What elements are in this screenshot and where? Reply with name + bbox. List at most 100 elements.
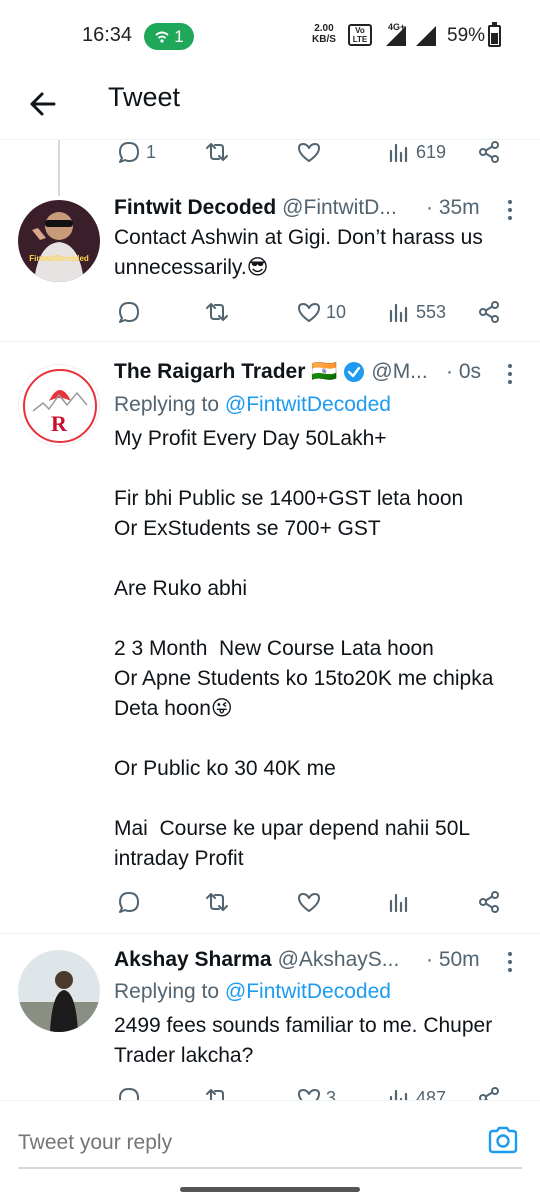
- tweet[interactable]: FintwitDecoded Fintwit Decoded @FintwitD…: [0, 182, 540, 342]
- replying-to-label: Replying to: [114, 393, 220, 416]
- battery-percent: 59%: [447, 25, 486, 46]
- author-handle[interactable]: @M...: [371, 360, 427, 384]
- author-handle[interactable]: @FintwitD...: [282, 196, 397, 220]
- tweet-text: My Profit Every Day 50Lakh+ Fir bhi Publ…: [114, 427, 494, 870]
- replying-to: Replying to @FintwitDecoded: [114, 980, 391, 1004]
- reply-button[interactable]: [116, 296, 142, 328]
- retweet-button[interactable]: [204, 296, 230, 328]
- share-button[interactable]: [476, 136, 502, 168]
- author-name[interactable]: Fintwit Decoded: [114, 196, 276, 220]
- retweet-icon: [206, 1089, 224, 1100]
- status-bar: 16:34 1 2.00 KB/S Vo LTE 4G+ 59%: [0, 0, 540, 72]
- more-options-button[interactable]: [500, 198, 520, 222]
- share-icon: [479, 141, 499, 163]
- share-button[interactable]: [476, 296, 502, 328]
- more-vertical-icon: [508, 364, 512, 384]
- tweet-header: The Raigarh Trader 🇮🇳 @M...: [114, 360, 428, 384]
- author-name[interactable]: Akshay Sharma: [114, 948, 272, 972]
- mention-link[interactable]: @FintwitDecoded: [225, 393, 391, 416]
- battery-icon: [488, 22, 501, 47]
- network-speed: 2.00 KB/S: [312, 23, 336, 45]
- reply-icon: [119, 892, 139, 913]
- tweet[interactable]: Akshay Sharma @AkshayS... · 50m Replying…: [0, 934, 540, 1100]
- back-button[interactable]: [24, 84, 64, 124]
- hotspot-indicator: 1: [144, 23, 194, 50]
- tweet-header: Akshay Sharma @AkshayS...: [114, 948, 399, 972]
- avatar[interactable]: [18, 950, 100, 1032]
- retweet-icon: [206, 143, 228, 161]
- like-button[interactable]: [296, 136, 322, 168]
- reply-input[interactable]: [18, 1125, 478, 1161]
- tweet-partial: 1 619: [0, 140, 540, 182]
- reply-count: 1: [146, 141, 157, 162]
- avatar-image: R: [19, 365, 99, 445]
- replying-to-label: Replying to: [114, 980, 220, 1003]
- reply-composer: [0, 1100, 540, 1200]
- signal-icon: [386, 26, 406, 46]
- retweet-icon: [206, 303, 228, 321]
- hotspot-count: 1: [174, 26, 184, 46]
- like-button[interactable]: [296, 886, 322, 918]
- retweet-button[interactable]: [204, 1082, 230, 1100]
- share-icon: [479, 301, 499, 323]
- speed-value: 2.00: [314, 23, 334, 34]
- header: Tweet: [0, 72, 540, 140]
- views-icon: [389, 303, 408, 323]
- views-button[interactable]: 487: [386, 1082, 446, 1100]
- more-options-button[interactable]: [500, 950, 520, 974]
- verified-badge-icon: [344, 362, 365, 382]
- retweet-button[interactable]: [204, 886, 230, 918]
- author-handle[interactable]: @AkshayS...: [278, 948, 400, 972]
- share-button[interactable]: [476, 886, 502, 918]
- share-icon: [479, 1087, 499, 1100]
- views-button[interactable]: [386, 886, 412, 918]
- tweet-time: · 35m: [426, 196, 480, 219]
- views-count: 487: [416, 1087, 447, 1101]
- like-button[interactable]: 3: [296, 1082, 336, 1100]
- more-options-button[interactable]: [500, 362, 520, 386]
- views-count: 619: [416, 141, 447, 162]
- tweet-actions: 3 487: [114, 1082, 514, 1100]
- volte-icon: Vo LTE: [348, 24, 372, 46]
- camera-icon: [488, 1126, 518, 1154]
- views-button[interactable]: 619: [386, 136, 446, 168]
- camera-button[interactable]: [486, 1123, 520, 1157]
- heart-icon: [298, 143, 320, 162]
- mention-link[interactable]: @FintwitDecoded: [225, 980, 391, 1003]
- views-button[interactable]: 553: [386, 296, 446, 328]
- views-icon: [389, 143, 408, 163]
- tweet-actions: 1 619: [114, 136, 514, 168]
- reply-button[interactable]: [116, 1082, 142, 1100]
- retweet-button[interactable]: [204, 136, 230, 168]
- avatar[interactable]: R: [18, 364, 100, 446]
- share-button[interactable]: [476, 1082, 502, 1100]
- like-button[interactable]: 10: [296, 296, 346, 328]
- more-vertical-icon: [508, 952, 512, 972]
- tweet-text: 2499 fees sounds familiar to me. Chuper …: [114, 1014, 498, 1067]
- reply-icon: [119, 142, 139, 163]
- reply-button[interactable]: [116, 886, 142, 918]
- author-name[interactable]: The Raigarh Trader 🇮🇳: [114, 360, 337, 384]
- heart-icon: [298, 1089, 320, 1100]
- reply-button[interactable]: 1: [116, 136, 156, 168]
- views-icon: [389, 893, 408, 913]
- tweet-text: Contact Ashwin at Gigi. Don’t harass us …: [114, 226, 489, 279]
- tweet-time: · 50m: [426, 948, 480, 971]
- reply-icon: [119, 1088, 139, 1100]
- avatar-watermark: FintwitDecoded: [29, 254, 89, 263]
- tweet-header: Fintwit Decoded @FintwitD...: [114, 196, 397, 220]
- back-arrow-icon: [30, 92, 56, 116]
- gesture-navigation-bar[interactable]: [180, 1187, 360, 1192]
- speed-unit: KB/S: [312, 34, 336, 45]
- avatar[interactable]: FintwitDecoded: [18, 200, 100, 282]
- like-count: 3: [326, 1087, 337, 1101]
- retweet-icon: [206, 893, 228, 911]
- signal-icon-2: [416, 26, 436, 46]
- heart-icon: [298, 303, 320, 322]
- tweet[interactable]: R The Raigarh Trader 🇮🇳 @M... · 0s Reply…: [0, 342, 540, 934]
- clock: 16:34: [82, 24, 133, 46]
- views-count: 553: [416, 301, 447, 322]
- page-title: Tweet: [108, 82, 181, 112]
- avatar-image: [18, 950, 100, 1032]
- more-vertical-icon: [508, 200, 512, 220]
